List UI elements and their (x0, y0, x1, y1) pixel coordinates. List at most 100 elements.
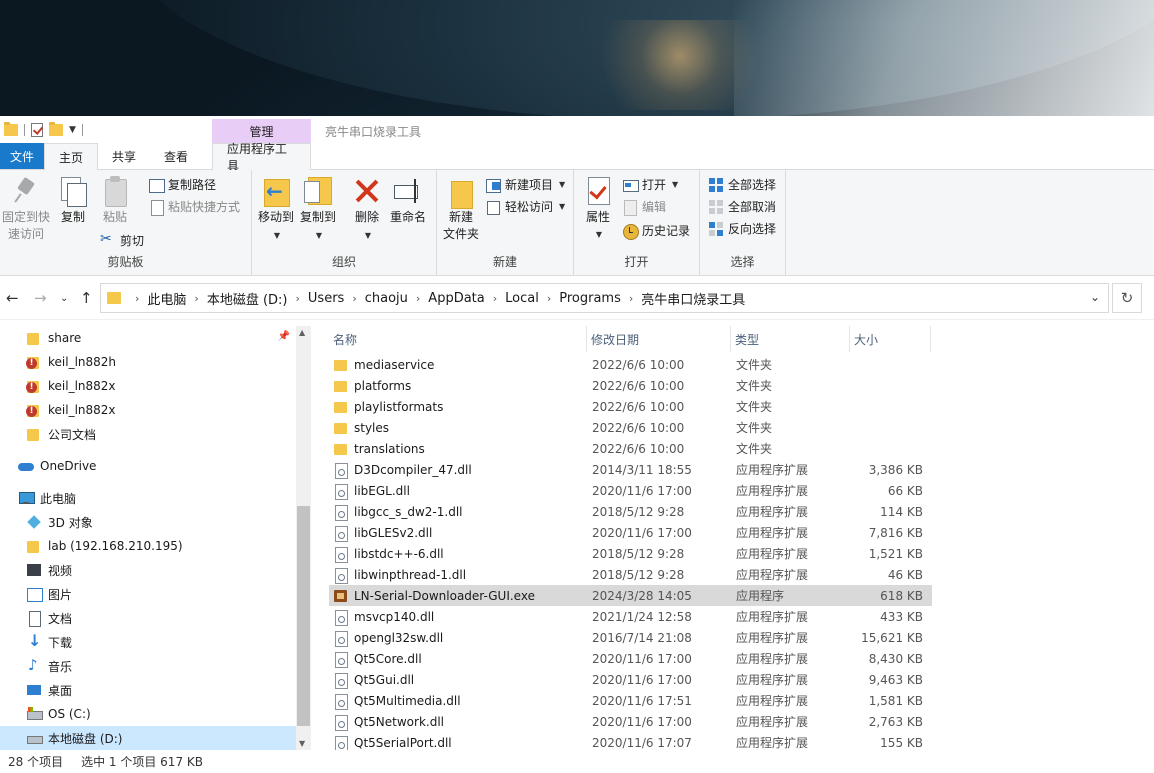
breadcrumb-item[interactable]: 亮牛串口烧录工具 (641, 289, 745, 308)
file-row[interactable]: opengl32sw.dll 2016/7/14 21:08 应用程序扩展 15,62… (329, 627, 932, 648)
tab-view[interactable]: 查看 (150, 143, 202, 169)
file-name-cell[interactable]: Qt5SerialPort.dll (329, 735, 587, 750)
file-name-cell[interactable]: LN-Serial-Downloader-GUI.exe (329, 589, 587, 603)
chevron-right-icon[interactable]: › (296, 292, 300, 305)
pin-icon[interactable]: 📌 (278, 331, 290, 342)
nav-scrollbar[interactable]: ▲ ▼ (296, 326, 311, 750)
file-name-cell[interactable]: libEGL.dll (329, 483, 587, 500)
new-folder-icon[interactable] (49, 122, 63, 136)
history-button[interactable]: 历史记录 (622, 222, 690, 240)
recent-locations-chevron-icon[interactable]: ⌄ (60, 293, 68, 304)
file-row[interactable]: mediaservice 2022/6/6 10:00 文件夹 (329, 354, 932, 375)
file-row[interactable]: libGLESv2.dll 2020/11/6 17:00 应用程序扩展 7,816 … (329, 522, 932, 543)
file-name-cell[interactable]: Qt5Network.dll (329, 714, 587, 731)
tab-home[interactable]: 主页 (44, 143, 99, 170)
up-arrow-icon[interactable]: ↑ (80, 289, 93, 307)
copy-button[interactable]: 复制 (56, 175, 90, 226)
file-row[interactable]: msvcp140.dll 2021/1/24 12:58 应用程序扩展 433 KB (329, 606, 932, 627)
select-all-button[interactable]: 全部选择 (708, 176, 776, 193)
file-name-cell[interactable]: libstdc++-6.dll (329, 546, 587, 563)
tab-file[interactable]: 文件 (0, 143, 44, 169)
file-row[interactable]: libwinpthread-1.dll 2018/5/12 9:28 应用程序扩展 4… (329, 564, 932, 585)
file-name-cell[interactable]: msvcp140.dll (329, 609, 587, 626)
chevron-right-icon[interactable]: › (493, 292, 497, 305)
copy-path-button[interactable]: 复制路径 (148, 176, 216, 193)
column-header-type[interactable]: 类型 (731, 326, 850, 352)
file-name-cell[interactable]: playlistformats (329, 400, 587, 414)
file-row[interactable]: Qt5Network.dll 2020/11/6 17:00 应用程序扩展 2,763… (329, 711, 932, 732)
file-row[interactable]: Qt5SerialPort.dll 2020/11/6 17:07 应用程序扩展 15… (329, 732, 932, 750)
file-name-cell[interactable]: Qt5Core.dll (329, 651, 587, 668)
nav-item-keil-ln882x[interactable]: keil_ln882x (0, 374, 296, 398)
new-item-button[interactable]: 新建项目 ▼ (485, 176, 565, 193)
column-header-name[interactable]: 名称 (329, 326, 587, 352)
tab-share[interactable]: 共享 (98, 143, 150, 169)
copy-to-button[interactable]: 复制到▼ (298, 175, 338, 244)
chevron-right-icon[interactable]: › (352, 292, 356, 305)
breadcrumb-item[interactable]: Programs (559, 291, 621, 306)
delete-button[interactable]: 删除▼ (352, 175, 382, 244)
chevron-right-icon[interactable]: › (629, 292, 633, 305)
breadcrumb-item[interactable]: Local (505, 291, 539, 306)
breadcrumb-item[interactable]: chaoju (365, 291, 408, 306)
file-name-cell[interactable]: libwinpthread-1.dll (329, 567, 587, 584)
file-row[interactable]: libgcc_s_dw2-1.dll 2018/5/12 9:28 应用程序扩展 11… (329, 501, 932, 522)
file-name-cell[interactable]: platforms (329, 379, 587, 393)
breadcrumb-item[interactable]: 本地磁盘 (D:) (207, 289, 288, 308)
folder-icon[interactable] (4, 122, 18, 136)
file-row[interactable]: playlistformats 2022/6/6 10:00 文件夹 (329, 396, 932, 417)
nav-item-keil-ln882h[interactable]: keil_ln882h (0, 350, 296, 374)
nav-item-drive-c[interactable]: OS (C:) (0, 702, 296, 726)
back-arrow-icon[interactable]: ← (6, 289, 19, 307)
nav-item-documents[interactable]: 文档 (0, 606, 296, 630)
nav-item-3d-objects[interactable]: 3D 对象 (0, 510, 296, 534)
paste-shortcut-button[interactable]: 粘贴快捷方式 (148, 198, 240, 216)
breadcrumb-item[interactable]: 此电脑 (147, 289, 186, 308)
address-dropdown-icon[interactable]: ⌄ (1090, 290, 1100, 304)
breadcrumb-item[interactable]: Users (308, 291, 344, 306)
file-row[interactable]: platforms 2022/6/6 10:00 文件夹 (329, 375, 932, 396)
pin-quick-access-button[interactable]: 固定到快 速访问 (2, 175, 50, 243)
nav-item-company-docs[interactable]: 公司文档 (0, 422, 296, 446)
nav-scrollbar-thumb[interactable] (297, 506, 310, 726)
nav-item-drive-d[interactable]: 本地磁盘 (D:) (0, 726, 296, 750)
invert-selection-button[interactable]: 反向选择 (708, 220, 776, 237)
nav-item-share[interactable]: share 📌 (0, 326, 296, 350)
nav-item-keil-ln882x-2[interactable]: keil_ln882x (0, 398, 296, 422)
easy-access-button[interactable]: 轻松访问 ▼ (485, 198, 565, 215)
properties-dropdown-icon[interactable]: ▼ (596, 226, 602, 243)
nav-item-desktop[interactable]: 桌面 (0, 678, 296, 702)
scroll-up-icon[interactable]: ▲ (299, 328, 305, 337)
scroll-down-icon[interactable]: ▼ (299, 739, 305, 748)
file-row[interactable]: libstdc++-6.dll 2018/5/12 9:28 应用程序扩展 1,521… (329, 543, 932, 564)
file-row[interactable]: Qt5Multimedia.dll 2020/11/6 17:51 应用程序扩展 1,… (329, 690, 932, 711)
file-row[interactable]: Qt5Gui.dll 2020/11/6 17:00 应用程序扩展 9,463 KB (329, 669, 932, 690)
file-row[interactable]: Qt5Core.dll 2020/11/6 17:00 应用程序扩展 8,430 KB (329, 648, 932, 669)
chevron-right-icon[interactable]: › (194, 292, 198, 305)
file-row[interactable]: LN-Serial-Downloader-GUI.exe 2024/3/28 14… (329, 585, 932, 606)
breadcrumb-item[interactable]: AppData (428, 291, 484, 306)
nav-item-this-pc[interactable]: 此电脑 (0, 486, 296, 510)
move-to-button[interactable]: 移动到▼ (256, 175, 296, 244)
column-header-size[interactable]: 大小 (850, 326, 931, 352)
nav-item-pictures[interactable]: 图片 (0, 582, 296, 606)
qat-dropdown-icon[interactable]: ▼ (69, 125, 76, 135)
file-row[interactable]: D3Dcompiler_47.dll 2014/3/11 18:55 应用程序扩展 3… (329, 459, 932, 480)
nav-item-onedrive[interactable]: OneDrive (0, 454, 296, 478)
file-name-cell[interactable]: Qt5Gui.dll (329, 672, 587, 689)
properties-icon[interactable] (31, 123, 43, 137)
chevron-right-icon[interactable]: › (135, 292, 139, 305)
new-folder-button[interactable]: 新建 文件夹 (441, 175, 481, 243)
file-name-cell[interactable]: mediaservice (329, 358, 587, 372)
tab-application-tools[interactable]: 应用程序工具 (212, 142, 311, 173)
file-name-cell[interactable]: D3Dcompiler_47.dll (329, 462, 587, 479)
file-row[interactable]: libEGL.dll 2020/11/6 17:00 应用程序扩展 66 KB (329, 480, 932, 501)
nav-item-downloads[interactable]: 下载 (0, 630, 296, 654)
file-name-cell[interactable]: opengl32sw.dll (329, 630, 587, 647)
nav-item-music[interactable]: 音乐 (0, 654, 296, 678)
edit-button[interactable]: 编辑 (622, 198, 666, 216)
properties-button[interactable]: 属性 ▼ (582, 175, 614, 243)
select-none-button[interactable]: 全部取消 (708, 198, 776, 215)
forward-arrow-icon[interactable]: → (34, 289, 47, 307)
file-name-cell[interactable]: Qt5Multimedia.dll (329, 693, 587, 710)
